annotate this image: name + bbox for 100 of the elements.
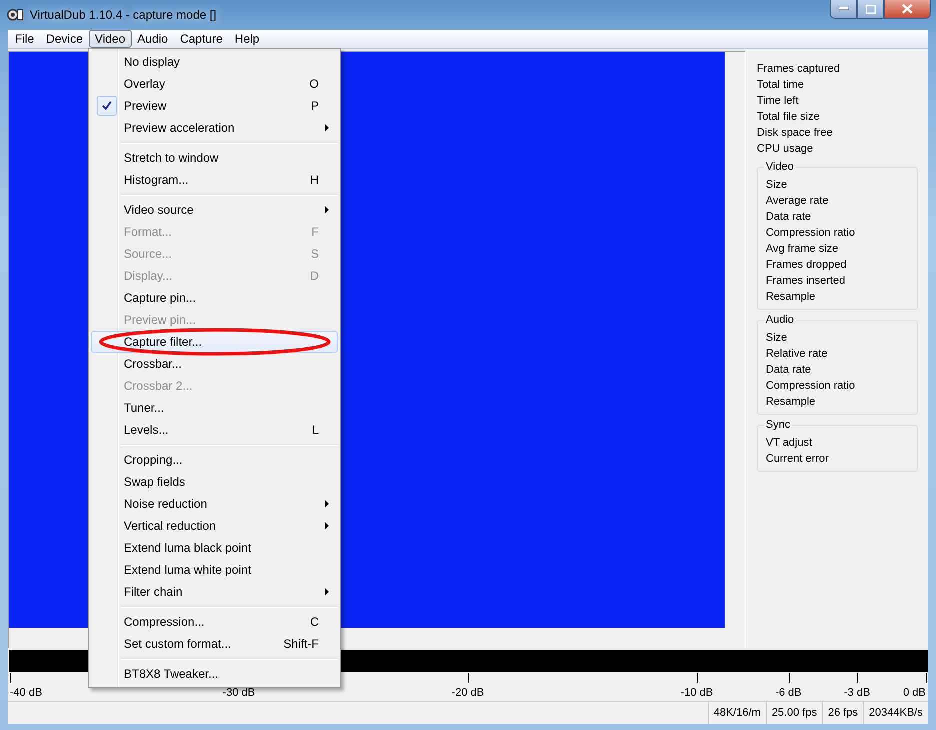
menu-label: Crossbar... (123, 357, 182, 371)
menu-item[interactable]: BT8X8 Tweaker... (91, 663, 338, 685)
menu-item[interactable]: Capture pin... (91, 287, 338, 309)
scale-label: -30 dB (222, 687, 256, 700)
menu-item[interactable]: Help (228, 30, 266, 48)
menu-label: Capture pin... (123, 291, 196, 305)
menu-label: Vertical reduction (123, 519, 216, 533)
menu-item[interactable]: Overlay O (91, 73, 338, 95)
status-cell: 26 fps (822, 702, 864, 724)
stat-label: Data rate (766, 210, 812, 225)
stat-label: VT adjust (766, 436, 814, 451)
tick-mark (926, 673, 927, 683)
menu-item[interactable]: Capture (174, 30, 229, 48)
menu-item[interactable]: Extend luma white point (91, 559, 338, 581)
menu-label: Extend luma white point (123, 563, 252, 577)
stat-label: Resample (766, 290, 817, 305)
menu-item[interactable]: Video source (91, 199, 338, 221)
menu-item[interactable]: Crossbar... (91, 353, 338, 375)
menu-label: Levels... (123, 423, 169, 437)
stat-label: Avg frame size (766, 242, 840, 257)
menu-label: Cropping... (123, 453, 183, 467)
menu-label: Format... (123, 225, 172, 239)
stat-label: Size (766, 331, 788, 346)
stat-label: Current error (766, 452, 830, 467)
scale-label: 0 dB (903, 687, 926, 700)
menu-item[interactable]: Filter chain (91, 581, 338, 603)
stat-label: Average rate (766, 194, 830, 209)
status-cell: 25.00 fps (766, 702, 822, 724)
menu-label: BT8X8 Tweaker... (123, 667, 218, 681)
close-button[interactable] (884, 0, 931, 19)
menu-item[interactable]: Video (89, 30, 132, 48)
group-title: Sync (764, 418, 792, 432)
menu-label: Stretch to window (123, 151, 219, 165)
close-icon (902, 4, 913, 14)
stat-label: Time left (757, 94, 800, 109)
status-cell: 20344KB/s (863, 702, 928, 724)
menu-label: Set custom format... (123, 637, 232, 651)
menu-item[interactable]: Compression... C (91, 611, 338, 633)
stat-label: CPU usage (757, 142, 814, 157)
menu-item[interactable]: Noise reduction (91, 493, 338, 515)
menu-label: Preview pin... (123, 313, 196, 327)
stat-label: Compression ratio (766, 379, 856, 394)
status-cell: 48K/16/m (708, 702, 766, 724)
menu-label: Display... (123, 269, 172, 283)
menu-item[interactable]: Vertical reduction (91, 515, 338, 537)
tick-mark (10, 673, 11, 683)
shortcut-label: L (312, 423, 319, 437)
stat-label: Disk space free (757, 126, 834, 141)
menu-item[interactable]: Swap fields (91, 471, 338, 493)
menu-label: Noise reduction (123, 497, 208, 511)
menu-label: Source... (123, 247, 172, 261)
shortcut-label: Shift-F (284, 637, 319, 651)
stat-label: Total file size (757, 110, 821, 125)
stat-label: Relative rate (766, 347, 829, 362)
menu-item[interactable]: Histogram... H (91, 169, 338, 191)
menu-label: Swap fields (123, 475, 186, 489)
menu-item[interactable]: Device (40, 30, 90, 48)
menu-item[interactable]: Capture filter... (91, 331, 338, 353)
menu-item[interactable]: Stretch to window (91, 147, 338, 169)
menu-label: Histogram... (123, 173, 189, 187)
stat-label: Frames captured (757, 62, 842, 77)
menu-item[interactable]: Extend luma black point (91, 537, 338, 559)
stat-label: Data rate (766, 363, 812, 378)
menu-item[interactable]: Tuner... (91, 397, 338, 419)
shortcut-label: O (310, 77, 319, 91)
menu-item[interactable]: Audio (132, 30, 174, 48)
menu-item[interactable]: Cropping... (91, 449, 338, 471)
scale-label: -3 dB (844, 687, 870, 700)
tick-mark (857, 673, 858, 683)
shortcut-label: C (310, 615, 319, 629)
menu-item[interactable]: Levels... L (91, 419, 338, 441)
scale-label: -40 dB (10, 687, 42, 700)
menu-label: Video source (123, 203, 194, 217)
scale-label: -20 dB (452, 687, 484, 700)
menu-label: Preview acceleration (123, 121, 235, 135)
menu-item[interactable]: File (9, 30, 40, 48)
menu-label: Tuner... (123, 401, 164, 415)
menu-label: Extend luma black point (123, 541, 252, 555)
minimize-icon (838, 7, 848, 11)
menu-item[interactable]: No display (91, 51, 338, 73)
menu-label: Filter chain (123, 585, 183, 599)
shortcut-label: P (310, 99, 319, 113)
menu-item[interactable]: Preview acceleration (91, 117, 338, 139)
menu-item[interactable]: Set custom format... Shift-F (91, 633, 338, 655)
tick-mark (468, 673, 469, 683)
minimize-button[interactable] (830, 0, 857, 19)
shortcut-label: S (310, 247, 319, 261)
tick-mark (788, 673, 790, 683)
stat-label: Total time (757, 78, 806, 93)
stat-label: Resample (766, 395, 817, 410)
menu-label: Compression... (123, 615, 205, 629)
menu-item[interactable]: Preview P (91, 95, 338, 117)
window-title: VirtualDub 1.10.4 - capture mode [] (30, 8, 217, 22)
shortcut-label: D (310, 269, 319, 283)
menu-label: Preview (123, 99, 167, 113)
menu-label: No display (123, 55, 180, 69)
stat-label: Frames inserted (766, 274, 846, 289)
shortcut-label: F (312, 225, 319, 239)
stat-label: Compression ratio (766, 226, 856, 241)
maximize-button[interactable] (857, 0, 884, 19)
